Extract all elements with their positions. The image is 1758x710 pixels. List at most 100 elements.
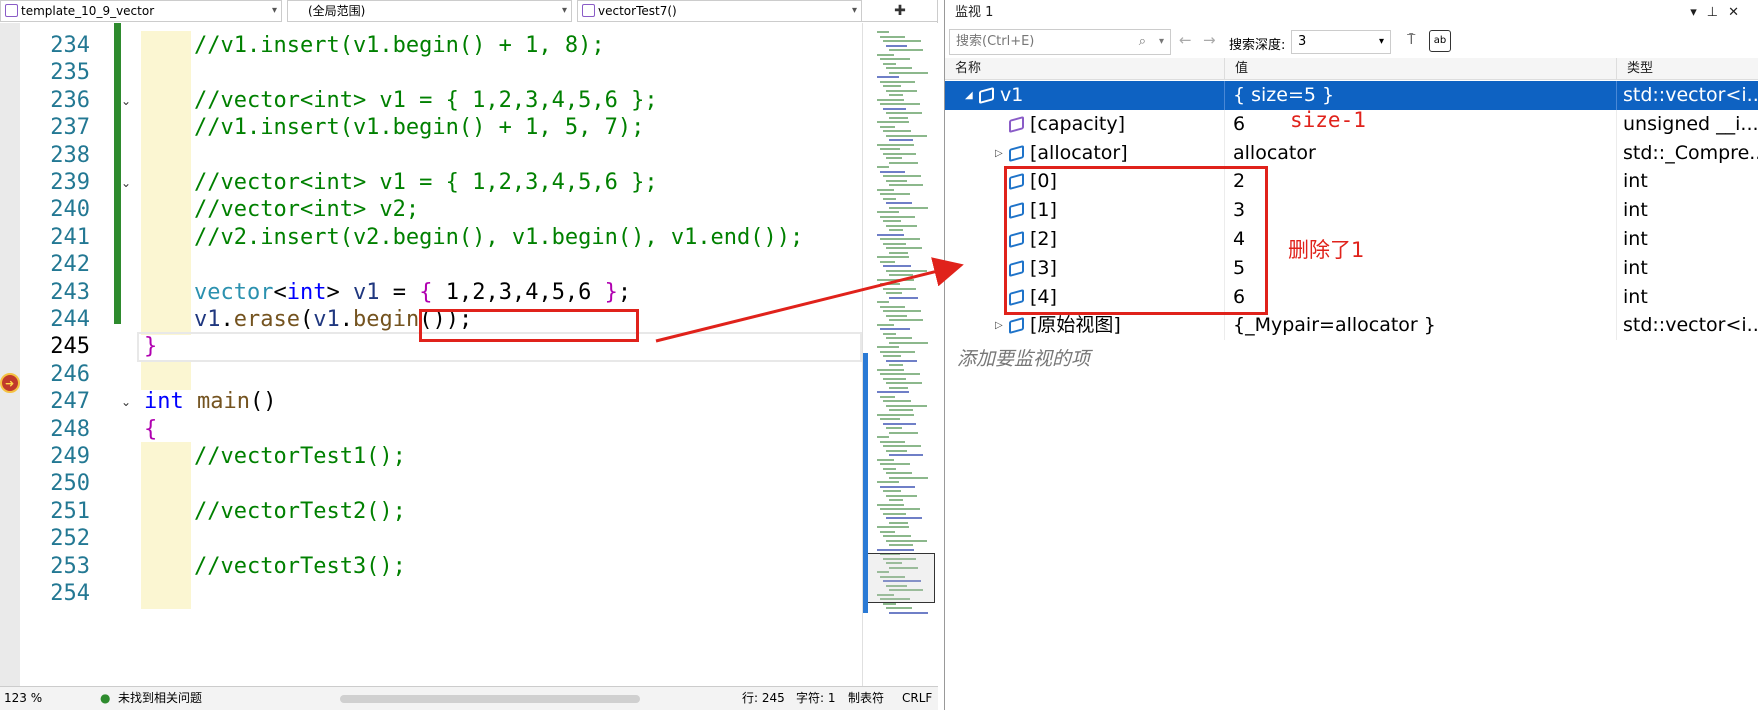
watch-type-cell: std::vector<i...	[1617, 81, 1758, 110]
minimap-line	[889, 454, 923, 456]
minimap-line	[883, 512, 906, 515]
pin-icon[interactable]: ⊥	[1707, 5, 1728, 20]
minimap-line	[886, 112, 922, 114]
watch-value-cell[interactable]: 2	[1233, 167, 1617, 197]
code-line[interactable]: vector<int> v1 = { 1,2,3,4,5,6 };	[194, 278, 631, 308]
minimap-line	[877, 98, 904, 101]
minimap-line	[886, 539, 927, 542]
watch-toolbar: 搜索(Ctrl+E) ⌕ ▾ ← → 搜索深度: 3 ▾ ⍑ ab	[945, 27, 1758, 57]
col-header-name[interactable]: 名称	[945, 58, 1225, 80]
minimap-line	[889, 71, 928, 74]
code-line[interactable]: //vectorTest1();	[194, 442, 406, 472]
watch-value-cell[interactable]: 3	[1233, 196, 1617, 226]
close-icon[interactable]: ✕	[1728, 5, 1749, 20]
watch-value-cell[interactable]: allocator	[1233, 138, 1617, 168]
dropdown-icon[interactable]: ▾	[1690, 5, 1707, 20]
watch-value-cell[interactable]: { size=5 }	[1233, 81, 1617, 110]
watch-name-cell[interactable]: [allocator]	[1009, 138, 1225, 168]
function-dropdown[interactable]: vectorTest7() ▾	[577, 0, 862, 22]
code-line[interactable]: {	[144, 415, 157, 445]
forward-arrow-icon[interactable]: →	[1203, 31, 1216, 49]
minimap-line	[883, 175, 921, 177]
back-arrow-icon[interactable]: ←	[1179, 31, 1192, 49]
indent-guide	[141, 469, 191, 500]
watch-name-cell[interactable]: [原始视图]	[1009, 311, 1225, 341]
minimap-line	[880, 283, 900, 285]
annotation-box-initializer	[419, 309, 639, 342]
collapse-icon[interactable]: ◢	[965, 81, 973, 110]
code-line[interactable]: //vector<int> v2;	[194, 195, 419, 225]
minimap-line	[877, 278, 914, 281]
minimap-line	[889, 116, 908, 119]
pin-icon[interactable]: ⍑	[1407, 32, 1415, 48]
line-number: 242	[50, 252, 90, 278]
code-line[interactable]: //v1.insert(v1.begin() + 1, 5, 7);	[194, 113, 644, 143]
expand-icon[interactable]: ▷	[995, 139, 1003, 168]
watch-value-cell[interactable]: 6	[1233, 282, 1617, 312]
scope-dropdown[interactable]: (全局范围) ▾	[287, 0, 572, 22]
minimap-line	[883, 400, 911, 402]
minimap-viewport[interactable]	[865, 553, 935, 603]
minimap-line	[877, 76, 899, 78]
horizontal-scrollbar[interactable]	[340, 695, 640, 703]
code-line[interactable]: //vectorTest3();	[194, 552, 406, 582]
watch-row[interactable]: ◢ v1 { size=5 } std::vector<i...	[945, 81, 1758, 110]
minimap-line	[880, 260, 895, 263]
watch-name: [allocator]	[1030, 141, 1128, 164]
minimap-line	[877, 526, 909, 528]
editor-status-bar: 123 % ● 未找到相关问题 行: 245 字符: 1 制表符 CRLF	[0, 686, 938, 710]
minimap-line	[886, 292, 902, 294]
add-watch-placeholder[interactable]: 添加要监视的项	[957, 344, 1090, 371]
minimap-line	[880, 35, 905, 38]
hex-display-icon[interactable]: ab	[1429, 30, 1451, 52]
code-line[interactable]: //vector<int> v1 = { 1,2,3,4,5,6 };	[194, 168, 658, 198]
fold-toggle-icon[interactable]: ⌄	[121, 168, 131, 198]
split-icon[interactable]: ✚	[862, 0, 938, 22]
minimap-line	[886, 472, 912, 474]
minimap-scrollbar[interactable]	[862, 23, 938, 686]
code-line[interactable]: //vectorTest2();	[194, 497, 406, 527]
change-indicator-bar	[114, 23, 121, 325]
minimap-line	[883, 242, 906, 245]
issues-status[interactable]: 未找到相关问题	[118, 687, 202, 710]
watch-search-input[interactable]: 搜索(Ctrl+E) ⌕ ▾	[949, 29, 1171, 55]
code-area[interactable]: 234 //v1.insert(v1.begin() + 1, 8); 235 236…	[0, 23, 862, 686]
watch-row[interactable]: ▷ [原始视图] {_Mypair=allocator } std::vector<i…	[945, 311, 1758, 341]
execution-pointer-icon: ➜	[0, 373, 20, 393]
line-number: 246	[50, 361, 90, 387]
indent-guide	[141, 277, 191, 308]
minimap-line	[883, 355, 901, 357]
indent-guide	[141, 305, 191, 335]
watch-name-cell[interactable]: v1	[979, 81, 1225, 110]
minimap-line	[883, 130, 911, 132]
code-line[interactable]: //vector<int> v1 = { 1,2,3,4,5,6 };	[194, 86, 658, 116]
indent-guide	[141, 524, 191, 555]
function-icon	[582, 4, 595, 17]
minimap-line	[886, 314, 907, 317]
col-header-value[interactable]: 值	[1225, 58, 1617, 80]
line-indicator: 行: 245	[742, 691, 785, 705]
minimap-line	[886, 224, 917, 227]
minimap-line	[880, 508, 920, 510]
project-dropdown[interactable]: template_10_9_vector ▾	[0, 0, 282, 22]
code-line[interactable]: //v1.insert(v1.begin() + 1, 8);	[194, 31, 605, 61]
search-depth-select[interactable]: 3 ▾	[1291, 30, 1391, 54]
expand-icon[interactable]: ▷	[995, 311, 1003, 340]
zoom-level[interactable]: 123 %	[4, 687, 42, 710]
eol-indicator[interactable]: CRLF	[902, 687, 932, 710]
fold-toggle-icon[interactable]: ⌄	[121, 387, 131, 417]
minimap-line	[880, 463, 910, 465]
line-number: 239	[50, 170, 90, 195]
tab-indicator[interactable]: 制表符	[848, 687, 884, 710]
fold-toggle-icon[interactable]: ⌄	[121, 86, 131, 116]
watch-value-cell[interactable]: {_Mypair=allocator }	[1233, 311, 1617, 341]
indent-guide	[141, 359, 191, 390]
code-line[interactable]: //v2.insert(v2.begin(), v1.begin(), v1.e…	[194, 223, 803, 253]
code-line[interactable]: int main()	[144, 387, 276, 417]
minimap-line	[883, 62, 896, 65]
line-number: 247	[50, 389, 90, 415]
col-header-type[interactable]: 类型	[1617, 58, 1758, 80]
watch-row[interactable]: ▷ [allocator] allocator std::_Compre...	[945, 138, 1758, 168]
watch-name-cell[interactable]: [capacity]	[1009, 109, 1225, 139]
minimap-line	[877, 121, 909, 123]
